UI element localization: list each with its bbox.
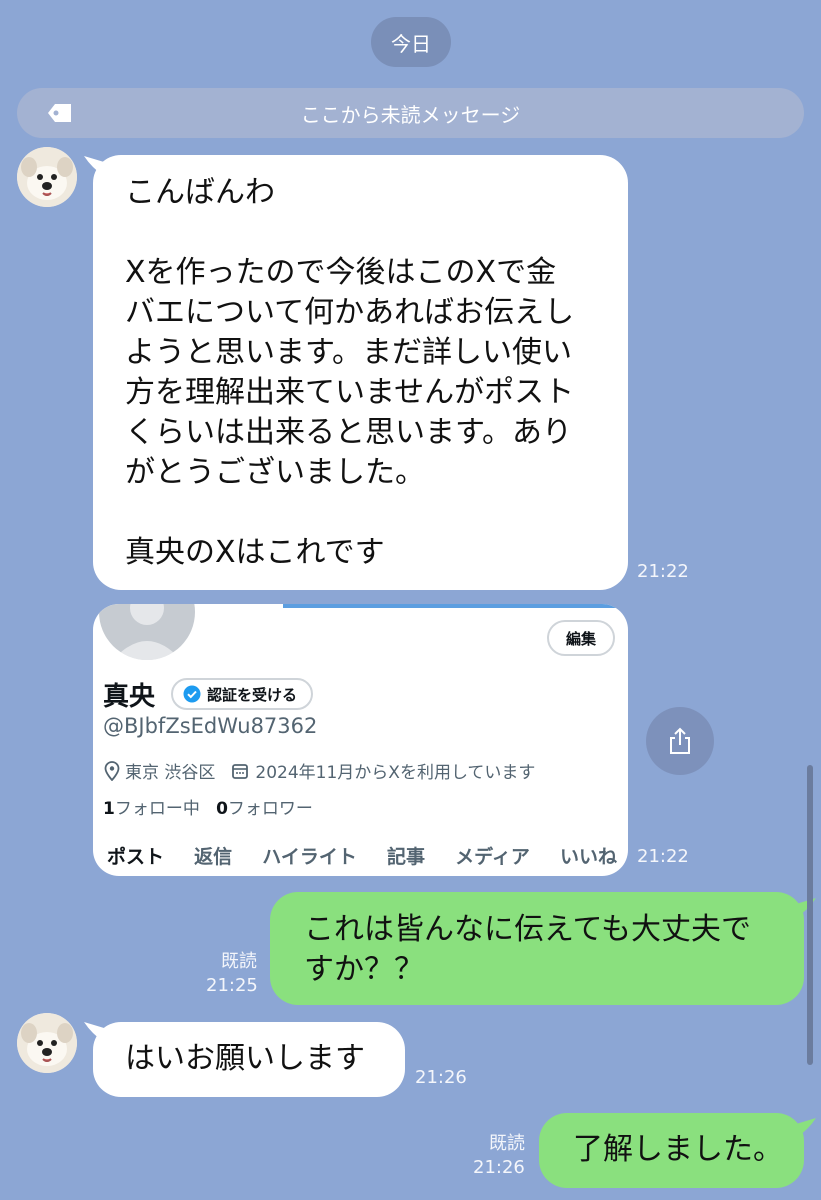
profile-picture — [99, 604, 195, 660]
tag-icon — [48, 104, 71, 122]
message-bubble[interactable]: 了解しました。 — [539, 1113, 804, 1188]
avatar[interactable] — [17, 1013, 77, 1073]
tab-likes[interactable]: いいね — [560, 842, 617, 869]
tab-media[interactable]: メディア — [455, 842, 530, 869]
message-bubble[interactable]: こんばんわ Xを作ったので今後はこのXで金 バエについて何かあればお伝えし よう… — [93, 155, 628, 590]
verified-badge-icon — [183, 685, 201, 703]
follow-counts: 1フォロー中 0フォロワー — [103, 794, 313, 819]
header-strip — [283, 604, 628, 608]
dog-avatar-icon — [17, 1013, 77, 1073]
message-time: 21:26 — [473, 1157, 525, 1178]
message-time: 21:22 — [637, 846, 689, 867]
date-separator: 今日 — [371, 17, 451, 67]
profile-name: 真央 — [103, 682, 156, 712]
tab-replies[interactable]: 返信 — [194, 842, 232, 869]
default-avatar-icon — [113, 604, 181, 660]
get-verified-button[interactable]: 認証を受ける — [171, 678, 314, 710]
read-receipt: 既読 — [489, 1133, 525, 1154]
tab-highlights[interactable]: ハイライト — [262, 842, 357, 869]
avatar[interactable] — [17, 147, 77, 207]
profile-meta: 東京 渋谷区 2024年11月からXを利用しています — [103, 758, 539, 783]
bubble-tail — [796, 898, 816, 918]
share-icon — [670, 727, 690, 754]
read-receipt: 既読 — [221, 951, 257, 972]
message-bubble[interactable]: これは皆んなに伝えても大丈夫で すか？？ — [270, 892, 804, 1005]
unread-marker-label: ここから未読メッセージ — [300, 102, 521, 127]
unread-messages-marker: ここから未読メッセージ — [17, 88, 804, 138]
profile-handle: @BJbfZsEdWu87362 — [103, 714, 318, 738]
share-button[interactable] — [646, 707, 714, 775]
edit-profile-button[interactable]: 編集 — [547, 620, 615, 656]
scrollbar[interactable] — [807, 765, 813, 1065]
x-profile-screenshot[interactable]: 編集 真央 認証を受ける @BJbfZsEdWu87362 東京 渋谷区 202… — [93, 604, 628, 876]
message-time: 21:26 — [415, 1067, 467, 1088]
profile-location: 東京 渋谷区 — [125, 763, 216, 783]
message-time: 21:25 — [206, 975, 258, 996]
message-time: 21:22 — [637, 561, 689, 582]
message-bubble[interactable]: はいお願いします — [93, 1022, 405, 1097]
verify-label: 認証を受ける — [207, 685, 298, 704]
profile-joined: 2024年11月からXを利用しています — [255, 763, 536, 783]
tab-articles[interactable]: 記事 — [387, 842, 425, 869]
location-pin-icon — [104, 760, 120, 781]
dog-avatar-icon — [17, 147, 77, 207]
followers-label[interactable]: フォロワー — [228, 799, 313, 819]
profile-tabs: ポスト 返信 ハイライト 記事 メディア いいね — [107, 842, 617, 869]
tab-posts[interactable]: ポスト — [107, 842, 164, 869]
bubble-tail — [796, 1118, 816, 1138]
followers-count: 0 — [216, 799, 228, 819]
following-count: 1 — [103, 799, 115, 819]
calendar-icon — [232, 763, 249, 779]
following-label[interactable]: フォロー中 — [115, 799, 200, 819]
